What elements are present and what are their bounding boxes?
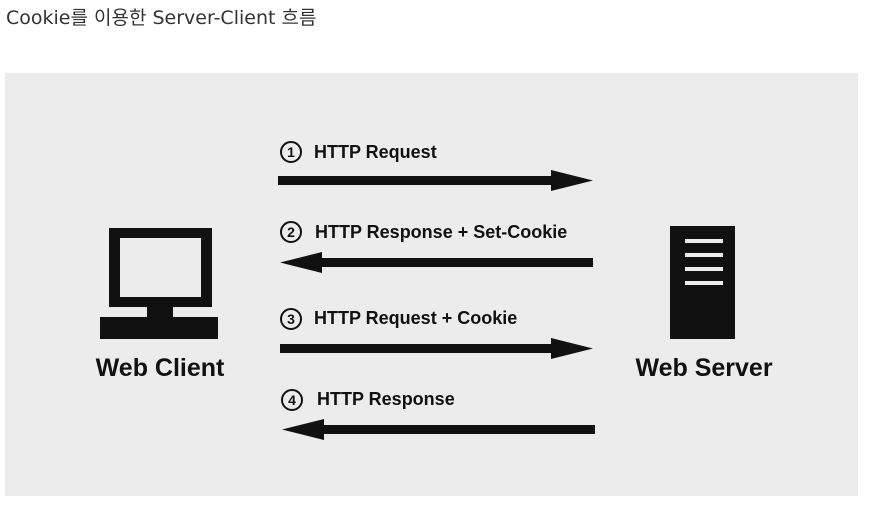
client-label: Web Client (96, 354, 225, 382)
step-number: 2 (287, 224, 295, 240)
step-number: 1 (287, 144, 295, 160)
message-label: HTTP Response + Set-Cookie (315, 222, 567, 242)
step-number: 3 (287, 311, 295, 327)
page: Cookie를 이용한 Server-Client 흐름 Web Client … (0, 0, 876, 519)
message-label: HTTP Request + Cookie (314, 308, 517, 328)
server-label: Web Server (635, 354, 772, 382)
message-label: HTTP Request (314, 142, 437, 162)
message-label: HTTP Response (317, 389, 455, 409)
server-icon (670, 226, 735, 339)
computer-icon (100, 228, 218, 339)
flow-diagram: Web Client Web Server 1 HTTP Request 2 H… (5, 73, 858, 496)
caption: Cookie를 이용한 Server-Client 흐름 (6, 7, 317, 29)
step-number: 4 (288, 392, 296, 408)
